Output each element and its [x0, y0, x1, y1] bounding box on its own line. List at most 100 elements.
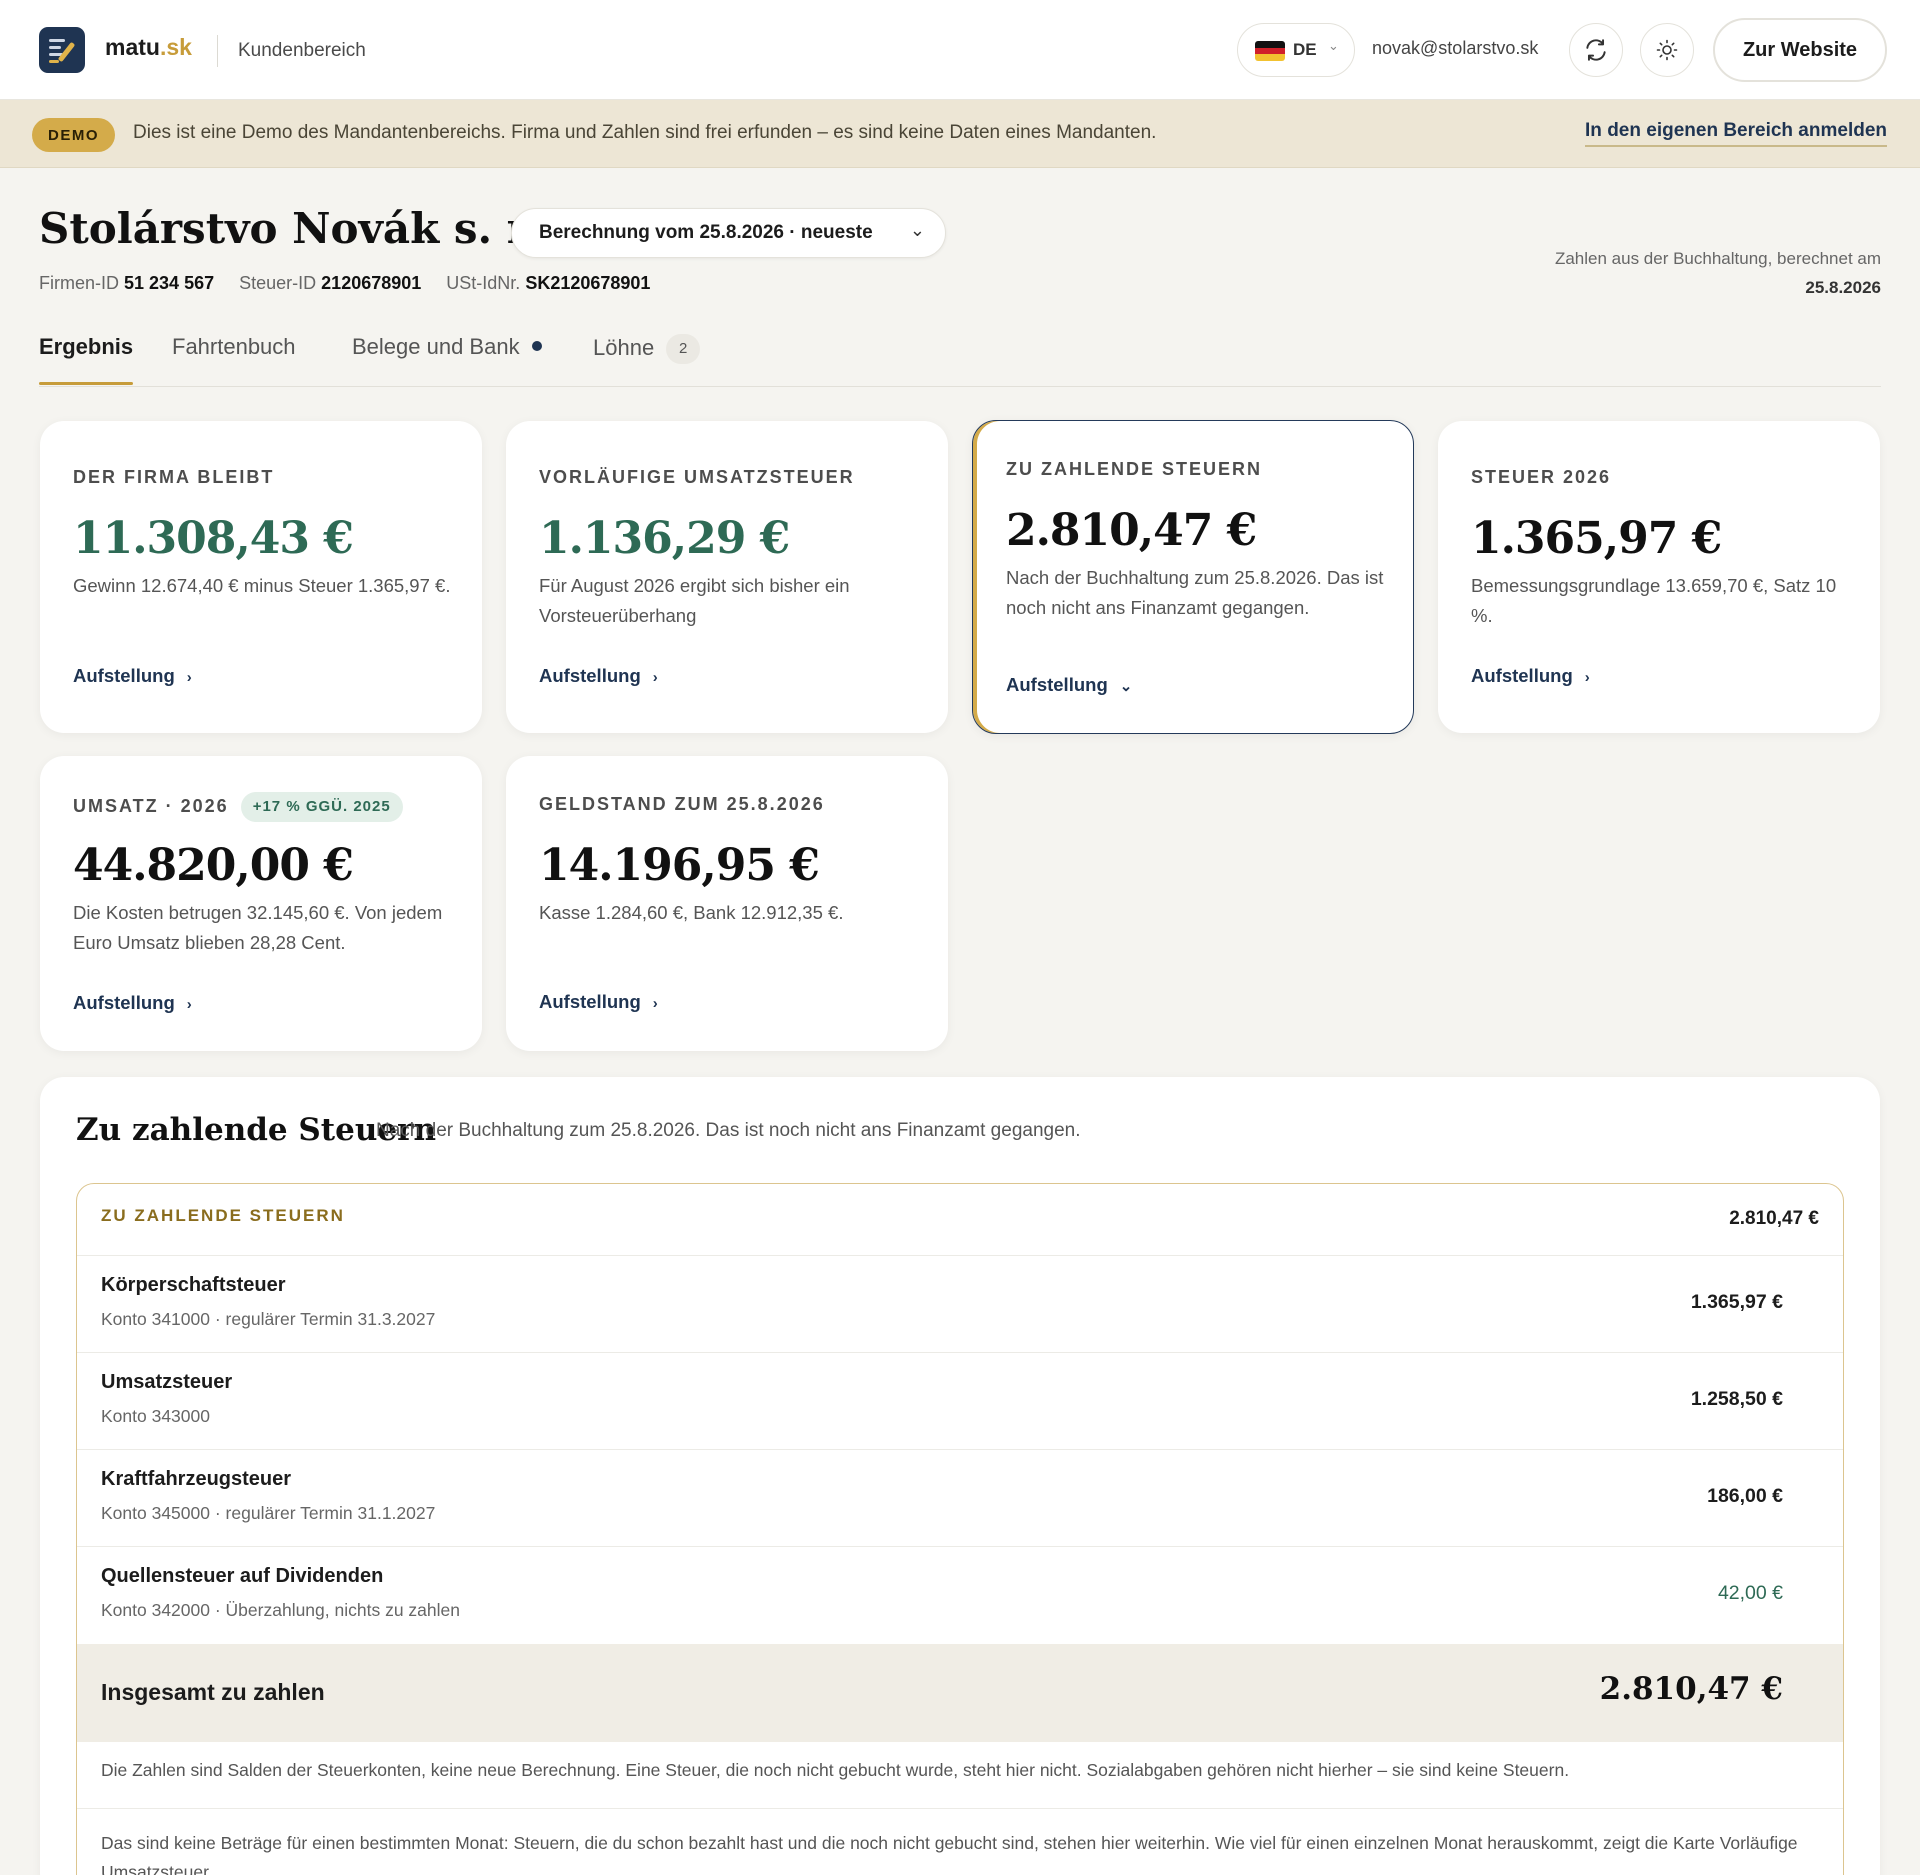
tax-id: 2120678901	[321, 273, 422, 293]
login-link[interactable]: In den eigenen Bereich anmelden	[1585, 120, 1887, 147]
tax-id-label: Steuer-ID	[239, 273, 317, 293]
card-value: 11.308,43 €	[73, 513, 354, 564]
tab-count-badge: 2	[666, 334, 701, 364]
card-label: UMSATZ · 2026 +17 % GGÜ. 2025	[73, 792, 403, 822]
card-details-link[interactable]: Aufstellung ›	[1471, 665, 1590, 687]
vat-id: SK2120678901	[525, 273, 651, 293]
card-provisional-vat: VORLÄUFIGE UMSATZSTEUER 1.136,29 € Für A…	[506, 421, 948, 733]
table-header-value: 2.810,47 €	[1729, 1208, 1819, 1229]
company-ids: Firmen-ID 51 234 567 Steuer-ID 212067890…	[39, 273, 670, 294]
tax-amount: 42,00 €	[1717, 1582, 1783, 1604]
area-label: Kundenbereich	[238, 40, 366, 61]
divider	[77, 1808, 1843, 1809]
total-value: 2.810,47 €	[1599, 1671, 1783, 1707]
card-value: 14.196,95 €	[539, 840, 820, 891]
calculation-select[interactable]: Berechnung vom 25.8.2026 · neueste ⌄	[511, 208, 946, 258]
chevron-right-icon: ›	[186, 996, 192, 1013]
theme-toggle-button[interactable]	[1640, 23, 1694, 77]
card-label: DER FIRMA BLEIBT	[73, 467, 275, 487]
trend-badge: +17 % GGÜ. 2025	[240, 792, 403, 822]
chevron-right-icon: ›	[652, 669, 658, 686]
taxes-table: ZU ZAHLENDE STEUERN 2.810,47 € Körpersch…	[76, 1183, 1844, 1875]
card-description: Nach der Buchhaltung zum 25.8.2026. Das …	[1006, 567, 1384, 618]
firm-id: 51 234 567	[124, 273, 215, 293]
card-details-link[interactable]: Aufstellung ›	[73, 992, 192, 1014]
refresh-icon	[1586, 39, 1606, 61]
card-cash-balance: GELDSTAND ZUM 25.8.2026 14.196,95 € Kass…	[506, 756, 948, 1051]
tab-fahrtenbuch[interactable]: Fahrtenbuch	[172, 334, 296, 360]
website-button[interactable]: Zur Website	[1713, 18, 1887, 82]
computed-label: Zahlen aus der Buchhaltung, berechnet am	[1554, 249, 1881, 268]
table-note: Das sind keine Beträge für einen bestimm…	[101, 1833, 1798, 1875]
total-row: Insgesamt zu zahlen 2.810,47 €	[77, 1644, 1843, 1742]
computed-info: Zahlen aus der Buchhaltung, berechnet am…	[1555, 244, 1881, 302]
tax-amount: 1.258,50 €	[1690, 1388, 1783, 1410]
tab-label: Ergebnis	[39, 334, 134, 359]
card-value: 2.810,47 €	[1006, 505, 1257, 556]
demo-banner: DEMO Dies ist eine Demo des Mandantenber…	[0, 100, 1920, 168]
card-details-link[interactable]: Aufstellung ›	[73, 665, 192, 687]
language-code: DE	[1293, 40, 1317, 59]
card-description: Für August 2026 ergibt sich bisher ein V…	[539, 575, 850, 626]
tab-bar: Ergebnis Fahrtenbuch Belege und Bank Löh…	[39, 334, 1881, 387]
unread-dot-icon	[531, 341, 542, 351]
table-row: Körperschaftsteuer Konto 341000 · regulä…	[77, 1256, 1843, 1353]
tax-amount: 186,00 €	[1707, 1485, 1783, 1507]
tab-loehne[interactable]: Löhne 2	[593, 334, 701, 364]
brand-divider	[217, 35, 218, 67]
tab-ergebnis[interactable]: Ergebnis	[39, 334, 134, 385]
brand-name[interactable]: matu.sk	[105, 34, 192, 61]
card-value: 1.365,97 €	[1471, 513, 1722, 564]
card-taxes-due[interactable]: ZU ZAHLENDE STEUERN 2.810,47 € Nach der …	[972, 420, 1414, 734]
table-header: ZU ZAHLENDE STEUERN 2.810,47 €	[77, 1184, 1843, 1256]
refresh-button[interactable]	[1569, 23, 1623, 77]
chevron-right-icon: ›	[186, 669, 192, 686]
tax-meta: Konto 343000	[101, 1406, 210, 1426]
sun-icon	[1656, 39, 1678, 61]
card-details-link[interactable]: Aufstellung ›	[539, 991, 658, 1013]
card-label: ZU ZAHLENDE STEUERN	[1006, 459, 1263, 479]
card-description: Bemessungsgrundlage 13.659,70 €, Satz 10…	[1471, 575, 1837, 626]
chevron-right-icon: ›	[652, 995, 658, 1012]
card-label: VORLÄUFIGE UMSATZSTEUER	[539, 467, 855, 487]
language-selector[interactable]: DE ⌄	[1237, 23, 1355, 77]
card-description: Gewinn 12.674,40 € minus Steuer 1.365,97…	[73, 575, 451, 596]
total-label: Insgesamt zu zahlen	[101, 1679, 325, 1705]
flag-de-icon	[1255, 41, 1285, 61]
taxes-due-section: Zu zahlende Steuern Nach der Buchhaltung…	[40, 1077, 1880, 1875]
tax-meta: Konto 345000 · regulärer Termin 31.1.202…	[101, 1503, 436, 1523]
chevron-down-icon: ⌄	[1328, 39, 1339, 54]
user-email: novak@stolarstvo.sk	[1372, 38, 1539, 58]
card-details-link[interactable]: Aufstellung ›	[539, 665, 658, 687]
card-details-toggle[interactable]: Aufstellung ⌄	[1006, 674, 1132, 696]
card-value: 1.136,29 €	[539, 513, 790, 564]
section-subtitle: Nach der Buchhaltung zum 25.8.2026. Das …	[376, 1120, 1081, 1141]
table-row: Quellensteuer auf Dividenden Konto 34200…	[77, 1547, 1843, 1644]
computed-date: 25.8.2026	[1805, 278, 1881, 297]
tab-label: Löhne	[593, 335, 655, 360]
table-header-label: ZU ZAHLENDE STEUERN	[101, 1206, 345, 1225]
card-label: GELDSTAND ZUM 25.8.2026	[539, 794, 825, 814]
chevron-down-icon: ⌄	[1119, 678, 1133, 695]
table-row: Kraftfahrzeugsteuer Konto 345000 · regul…	[77, 1450, 1843, 1547]
card-tax-2026: STEUER 2026 1.365,97 € Bemessungsgrundla…	[1438, 421, 1880, 733]
card-firm-remains: DER FIRMA BLEIBT 11.308,43 € Gewinn 12.6…	[40, 421, 482, 733]
top-bar: matu.sk Kundenbereich DE ⌄ novak@stolars…	[0, 0, 1920, 100]
tax-name: Kraftfahrzeugsteuer	[101, 1468, 292, 1490]
active-tab-indicator	[39, 382, 133, 385]
tax-name: Umsatzsteuer	[101, 1371, 233, 1393]
card-revenue-2026: UMSATZ · 2026 +17 % GGÜ. 2025 44.820,00 €…	[40, 756, 482, 1051]
table-note: Die Zahlen sind Salden der Steuerkonten,…	[101, 1760, 1570, 1780]
card-description: Kasse 1.284,60 €, Bank 12.912,35 €.	[539, 902, 844, 923]
logo-icon[interactable]	[39, 27, 85, 73]
demo-badge: DEMO	[32, 118, 115, 152]
tax-name: Körperschaftsteuer	[101, 1274, 286, 1296]
tab-belege-und-bank[interactable]: Belege und Bank	[352, 334, 542, 360]
tax-amount: 1.365,97 €	[1690, 1291, 1783, 1313]
vat-id-label: USt-IdNr.	[446, 273, 521, 293]
firm-id-label: Firmen-ID	[39, 273, 119, 293]
chevron-right-icon: ›	[1584, 669, 1590, 686]
tab-label: Fahrtenbuch	[172, 334, 296, 359]
demo-message: Dies ist eine Demo des Mandantenbereichs…	[133, 122, 1157, 143]
tab-label: Belege und Bank	[352, 334, 520, 359]
